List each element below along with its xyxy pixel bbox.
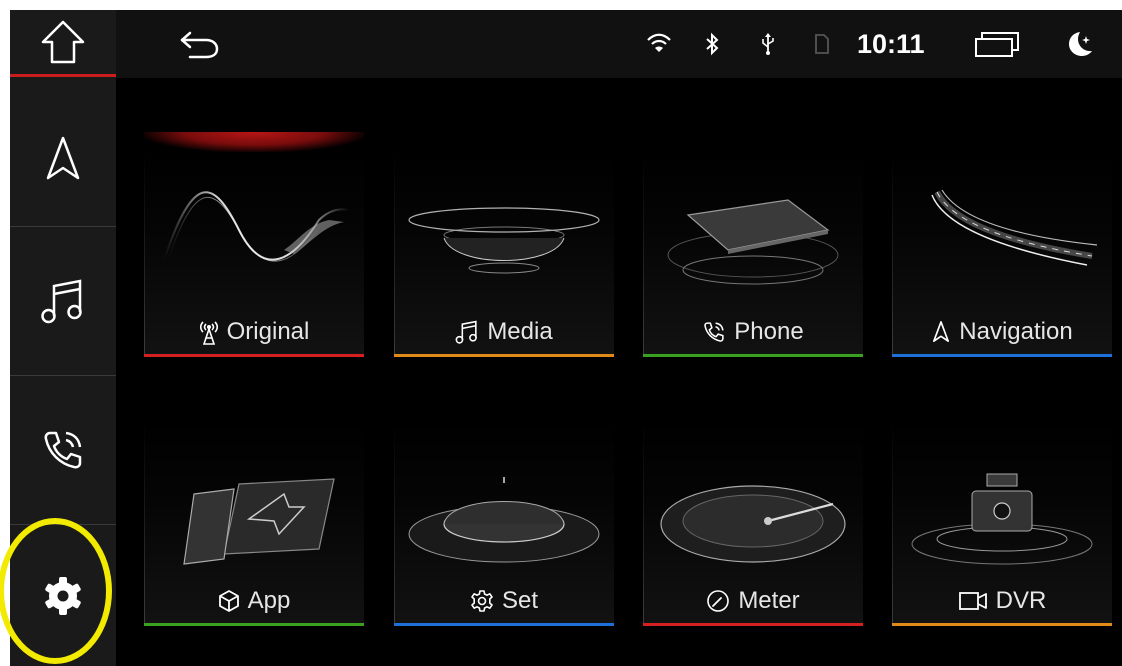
sidebar-item-phone[interactable] bbox=[10, 377, 116, 523]
tile-label: App bbox=[247, 587, 291, 614]
tile-accent-line bbox=[394, 623, 614, 626]
tile-label: Media bbox=[487, 318, 553, 345]
tile-label-row: Phone bbox=[643, 312, 863, 352]
back-button[interactable] bbox=[178, 10, 222, 78]
tile-navigation[interactable]: Navigation bbox=[892, 140, 1112, 360]
tile-label-row: DVR bbox=[892, 581, 1112, 621]
bluetooth-icon bbox=[706, 32, 719, 56]
dashcam-illustration bbox=[911, 473, 1093, 565]
tile-accent-line bbox=[394, 354, 614, 357]
phone-illustration bbox=[667, 199, 839, 285]
tile-media[interactable]: Media bbox=[394, 140, 614, 360]
disc-illustration bbox=[408, 207, 600, 274]
phone-icon bbox=[44, 431, 82, 469]
tile-label: Set bbox=[501, 587, 539, 614]
wifi-indicator bbox=[646, 10, 672, 78]
navigation-arrow-icon bbox=[46, 136, 80, 180]
recent-apps-button[interactable] bbox=[974, 10, 1020, 78]
tile-accent-line bbox=[892, 354, 1112, 357]
clock: 10:11 bbox=[857, 28, 925, 59]
sidebar-divider bbox=[10, 226, 116, 227]
tile-label-row: Media bbox=[394, 312, 614, 352]
music-note-icon bbox=[41, 279, 82, 324]
usb-icon bbox=[762, 33, 774, 55]
tile-accent-line bbox=[643, 354, 863, 357]
road-illustration bbox=[931, 189, 1098, 266]
sidebar-divider bbox=[10, 524, 116, 525]
sd-card-indicator bbox=[814, 10, 830, 78]
tile-label-row: Original bbox=[144, 312, 364, 352]
home-active-indicator bbox=[10, 74, 116, 77]
wave-illustration bbox=[163, 191, 350, 262]
wifi-icon bbox=[647, 33, 671, 52]
sidebar-divider bbox=[10, 375, 116, 376]
recent-apps-icon bbox=[975, 32, 1019, 57]
tile-accent-line bbox=[892, 623, 1112, 626]
tile-label-row: Navigation bbox=[892, 312, 1112, 352]
tile-phone[interactable]: Phone bbox=[643, 140, 863, 360]
video-camera-icon bbox=[958, 592, 987, 610]
tile-label: Phone bbox=[734, 318, 804, 345]
sidebar-item-music[interactable] bbox=[10, 228, 116, 374]
tile-label: Original bbox=[226, 318, 310, 345]
home-button[interactable] bbox=[10, 10, 116, 74]
tile-dvr[interactable]: DVR bbox=[892, 409, 1112, 629]
tile-label-row: Meter bbox=[643, 581, 863, 621]
bluetooth-indicator bbox=[704, 10, 720, 78]
phone-icon bbox=[704, 322, 724, 342]
sidebar bbox=[10, 10, 116, 666]
night-mode-icon bbox=[1069, 32, 1092, 56]
status-bar: 10:11 bbox=[116, 10, 1122, 78]
gauge-illustration bbox=[660, 485, 846, 563]
gauge-icon bbox=[707, 590, 730, 612]
sd-card-icon bbox=[815, 34, 829, 54]
app-cards-illustration bbox=[183, 478, 335, 565]
sidebar-item-settings[interactable] bbox=[10, 526, 116, 666]
head-unit-screen: 10:11 Original Media Phone Navigation Ap… bbox=[10, 10, 1122, 666]
tile-app[interactable]: App bbox=[144, 409, 364, 629]
back-arrow-icon bbox=[180, 31, 219, 59]
tile-meter[interactable]: Meter bbox=[643, 409, 863, 629]
night-mode-button[interactable] bbox=[1066, 10, 1094, 78]
gear-icon bbox=[45, 577, 81, 615]
tile-accent-line bbox=[144, 623, 364, 626]
tile-label-row: App bbox=[144, 581, 364, 621]
antenna-icon bbox=[199, 321, 218, 345]
tile-label-row: Set bbox=[394, 581, 614, 621]
tile-set[interactable]: Set bbox=[394, 409, 614, 629]
gear-icon bbox=[471, 590, 493, 612]
dial-illustration bbox=[408, 477, 600, 563]
sidebar-item-navigation[interactable] bbox=[10, 94, 116, 224]
cube-icon bbox=[218, 590, 239, 612]
tile-original[interactable]: Original bbox=[144, 140, 364, 360]
navigation-arrow-icon bbox=[933, 321, 950, 342]
tile-accent-line bbox=[643, 623, 863, 626]
tile-label: DVR bbox=[995, 587, 1047, 614]
home-icon bbox=[41, 20, 85, 64]
music-note-icon bbox=[455, 320, 478, 344]
tile-label: Navigation bbox=[959, 318, 1073, 345]
tile-label: Meter bbox=[738, 587, 800, 614]
tile-accent-line bbox=[144, 354, 364, 357]
usb-indicator bbox=[760, 10, 776, 78]
